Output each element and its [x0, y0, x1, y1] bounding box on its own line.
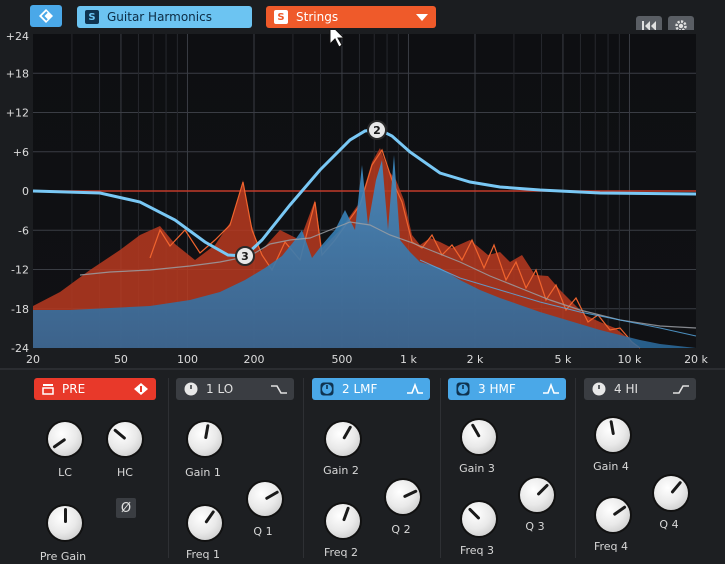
gain-1-label: Gain 1 — [185, 466, 221, 479]
pre-enable-icon[interactable] — [132, 382, 150, 396]
freq-1-knob[interactable] — [188, 506, 222, 540]
band-controls-panel: PRE LC HC Ø Pre Gain 1 LO Gain 1 Q 1 Fre… — [0, 368, 725, 564]
q-2-label: Q 2 — [391, 523, 411, 536]
x-tick-label: 50 — [114, 353, 128, 366]
phase-invert-button[interactable]: Ø — [116, 498, 136, 518]
high-shelf-icon[interactable] — [672, 382, 690, 396]
x-tick-label: 2 k — [467, 353, 484, 366]
preset-name-field[interactable]: S Guitar Harmonics — [77, 6, 252, 28]
band-4-label: 4 HI — [614, 382, 639, 396]
q-1-label: Q 1 — [253, 525, 273, 538]
x-tick-label: 5 k — [555, 353, 572, 366]
band-3-label: 3 HMF — [478, 382, 516, 396]
peak-filter-icon[interactable] — [406, 382, 424, 396]
freq-4-knob[interactable] — [596, 498, 630, 532]
freq-1-label: Freq 1 — [185, 548, 221, 561]
power-icon[interactable] — [592, 382, 606, 396]
q-3-knob[interactable] — [520, 478, 554, 512]
q-3-label: Q 3 — [525, 520, 545, 533]
pre-gain-knob[interactable] — [48, 506, 82, 540]
x-tick-label: 200 — [244, 353, 265, 366]
x-tick-label: 1 k — [400, 353, 417, 366]
gain-3-label: Gain 3 — [459, 462, 495, 475]
freq-3-label: Freq 3 — [459, 544, 495, 557]
band-3-node[interactable]: 3 — [235, 246, 255, 266]
hc-knob[interactable] — [108, 422, 142, 456]
preset-name: Guitar Harmonics — [107, 10, 212, 24]
x-tick-label: 10 k — [618, 353, 642, 366]
freq-3-knob[interactable] — [462, 502, 496, 536]
band-2-node[interactable]: 2 — [367, 120, 387, 140]
diamond-arrows-icon — [39, 9, 53, 23]
divider — [303, 378, 304, 558]
gain-3-knob[interactable] — [462, 420, 496, 454]
preset-category: Strings — [296, 10, 339, 24]
x-tick-label: 20 — [26, 353, 40, 366]
eq-graph[interactable]: +24+18+12+60-6-12-18-24 20 50 100 200 500 1 k… — [0, 30, 725, 368]
hc-label: HC — [117, 466, 133, 479]
freq-2-label: Freq 2 — [323, 546, 359, 559]
band-4-header[interactable]: 4 HI — [584, 378, 696, 400]
lc-knob[interactable] — [48, 422, 82, 456]
divider — [440, 378, 441, 558]
pre-gain-label: Pre Gain — [39, 550, 87, 563]
peak-filter-icon[interactable] — [542, 382, 560, 396]
y-tick-label: +18 — [6, 67, 29, 80]
y-tick-label: +6 — [13, 146, 29, 159]
y-tick-label: +24 — [6, 30, 29, 43]
power-icon[interactable] — [184, 382, 198, 396]
y-tick-label: +12 — [6, 107, 29, 120]
svg-text:2: 2 — [373, 124, 381, 137]
freq-2-knob[interactable] — [326, 504, 360, 538]
band-3-header[interactable]: 3 HMF — [448, 378, 566, 400]
gain-1-knob[interactable] — [188, 422, 222, 456]
band-2-header[interactable]: 2 LMF — [312, 378, 430, 400]
y-tick-label: 0 — [22, 185, 29, 198]
y-tick-label: -6 — [18, 224, 29, 237]
gain-4-knob[interactable] — [596, 418, 630, 452]
power-icon[interactable] — [456, 382, 470, 396]
band-2-label: 2 LMF — [342, 382, 378, 396]
chevron-down-icon — [416, 14, 428, 21]
gain-4-label: Gain 4 — [593, 460, 629, 473]
power-icon[interactable] — [320, 382, 334, 396]
preset-navigation-button[interactable] — [30, 5, 62, 27]
x-tick-label: 20 k — [684, 353, 708, 366]
preset-badge: S — [85, 10, 99, 24]
pre-section-header[interactable]: PRE — [34, 378, 156, 400]
band-1-header[interactable]: 1 LO — [176, 378, 294, 400]
svg-text:3: 3 — [241, 250, 249, 263]
y-tick-label: -12 — [11, 264, 29, 277]
y-tick-label: -18 — [11, 303, 29, 316]
category-badge: S — [274, 10, 288, 24]
pre-label: PRE — [62, 382, 86, 396]
q-4-knob[interactable] — [654, 476, 688, 510]
freq-4-label: Freq 4 — [593, 540, 629, 553]
filter-icon — [42, 384, 54, 395]
band-1-label: 1 LO — [206, 382, 234, 396]
gain-2-label: Gain 2 — [323, 464, 359, 477]
x-tick-label: 100 — [177, 353, 198, 366]
q-4-label: Q 4 — [659, 518, 679, 531]
low-shelf-icon[interactable] — [270, 382, 288, 396]
x-tick-label: 500 — [331, 353, 352, 366]
q-2-knob[interactable] — [386, 480, 420, 514]
q-1-knob[interactable] — [248, 482, 282, 516]
preset-category-dropdown[interactable]: S Strings — [266, 6, 436, 28]
gain-2-knob[interactable] — [326, 422, 360, 456]
